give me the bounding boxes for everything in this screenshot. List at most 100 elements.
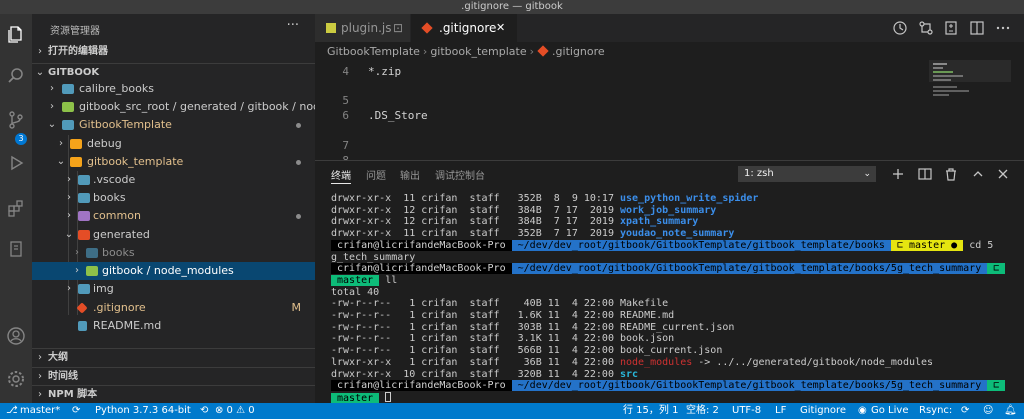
breadcrumb-item[interactable]: .gitignore [552,45,605,58]
python-interpreter[interactable]: Python 3.7.3 64-bit [95,403,191,419]
terminal-line: -rw-r--r-- 1 crifan staff 3.1K 11 4 22:0… [331,333,674,345]
extensions-icon[interactable] [0,194,32,222]
indentation-status[interactable]: 空格: 2 [686,403,719,419]
tree-item-debug[interactable]: › debug [32,135,315,153]
eol-status[interactable]: LF [775,403,786,419]
cursor-position[interactable]: 行 15，列 1 [623,403,678,419]
bottom-panel: 终端 问题 输出 调试控制台 1: zsh ⌄ drwxr-xr-x 11 cri… [315,160,1024,404]
code-line[interactable]: 4 *.zip [315,64,915,80]
files-icon[interactable] [0,20,32,48]
run-debug-icon[interactable] [0,149,32,177]
prompt-host: crifan@licrifandeMacBook-Pro [331,380,512,392]
npm-scripts-section[interactable]: › NPM 脚本 [32,385,315,403]
tree-item-gitbook-src-root[interactable]: › gitbook_src_root / generated / gitbook… [32,98,343,116]
tree-item-gitbook-template[interactable]: ⌄ gitbook_template [32,153,315,171]
encoding-status[interactable]: UTF-8 [732,403,761,419]
terminal-output[interactable]: drwxr-xr-x 11 crifan staff 352B 8 9 10:1… [331,193,1024,404]
maximize-panel-icon[interactable] [970,166,986,182]
sync-icon[interactable]: ⟳ [961,403,969,419]
account-icon[interactable] [0,322,32,350]
search-icon[interactable] [0,62,32,90]
timeline-section[interactable]: › 时间线 [32,367,315,385]
tree-item-generated-books[interactable]: › books [32,244,315,262]
compare-changes-icon[interactable] [918,20,934,36]
source-control-icon[interactable] [0,106,32,134]
minimap[interactable] [929,60,1011,160]
close-panel-icon[interactable] [995,166,1011,182]
open-changes-icon[interactable] [943,20,959,36]
rsync-status[interactable]: Rsync: [919,403,952,419]
modified-dot [296,123,301,128]
terminal-dir-name: use_python_write_spider [619,193,759,204]
code-line[interactable]: 5 [315,93,915,109]
code-line[interactable]: 6 .DS_Store [315,108,915,124]
tree-item-img[interactable]: › img [32,280,315,298]
chevron-right-icon: › [75,247,79,258]
pin-icon[interactable]: ⊡ [393,14,403,42]
chevron-right-icon: › [67,283,71,294]
tree-item-gitbooktemplate[interactable]: ⌄ GitbookTemplate [32,116,315,134]
notebook-icon[interactable] [0,235,32,263]
terminal-prompt: crifan@licrifandeMacBook-Pro ~/dev/dev_r… [331,263,1006,275]
terminal-line: total 40 [331,287,379,299]
chevron-right-icon: › [50,83,54,94]
close-icon[interactable]: ✕ [496,14,505,42]
prompt-branch: ⊏ master ● [890,239,964,251]
code-line[interactable]: 8 [315,153,915,160]
split-editor-icon[interactable] [969,20,985,36]
tree-item-vscode[interactable]: › .vscode [32,171,315,189]
prompt-command: cd 5 [963,239,994,251]
tab-output[interactable]: 输出 [400,167,420,182]
workspace-root-section[interactable]: ⌄ GITBOOK [32,63,315,81]
tab-debug-console[interactable]: 调试控制台 [435,167,485,182]
tree-item-label: README.md [93,319,162,332]
history-icon[interactable] [892,20,908,36]
tree-item-label: gitbook_template [87,155,184,168]
feedback-icon[interactable]: ☺ [983,403,993,419]
terminal-text: -rw-r--r-- 1 crifan staff 1.6K 11 4 22:0… [331,310,675,321]
more-actions-icon[interactable] [995,20,1011,36]
tree-item-label: .gitignore [93,301,146,314]
terminal-select[interactable]: 1: zsh ⌄ [738,166,876,182]
trash-icon[interactable] [943,166,959,182]
go-live-button[interactable]: Go Live [871,403,908,419]
breadcrumb-item[interactable]: gitbook_template [430,45,526,58]
notifications-bell-icon[interactable]: 🔔︎ [1004,403,1017,419]
folder-icon [78,193,90,203]
chevron-right-icon: › [59,138,63,149]
terminal-line: g_tech_summary [331,252,415,264]
folder-icon [62,84,74,94]
tree-item-common[interactable]: › common [32,207,315,225]
outline-section[interactable]: › 大纲 [32,348,315,366]
tab-plugin-js[interactable]: plugin.js ⊡ [315,14,410,42]
chevron-down-icon: ⌄ [47,119,57,130]
prompt-branch: ⊏ [987,380,1006,392]
problems-status[interactable]: ⊗ 0 ⚠ 0 [215,403,255,419]
tree-item-calibre-books[interactable]: › calibre_books [32,80,315,98]
tree-item-gitignore[interactable]: .gitignore M [32,299,315,317]
line-text: .DS_Store [368,109,428,122]
language-mode[interactable]: Gitignore [800,403,846,419]
chevron-right-icon: › [529,45,535,58]
folder-open-icon [70,157,82,167]
tab-problems[interactable]: 问题 [366,167,386,182]
tab-gitignore[interactable]: .gitignore ✕ [411,14,517,42]
breadcrumb-item[interactable]: GitbookTemplate [327,45,420,58]
split-terminal-icon[interactable] [917,166,933,182]
open-editors-section[interactable]: › 打开的编辑器 [32,43,315,61]
sync-changes-icon[interactable]: ⟲ [200,403,208,419]
code-line[interactable]: 7 [315,138,915,154]
new-terminal-icon[interactable] [890,166,906,182]
tree-item-node-modules[interactable]: › gitbook / node_modules [32,262,315,280]
active-tab-underline [331,183,351,184]
tab-terminal[interactable]: 终端 [331,167,351,182]
folder-node-icon [86,266,98,276]
more-actions-icon[interactable]: ··· [287,18,299,33]
git-branch-status[interactable]: master* [20,403,60,419]
git-file-icon [537,45,549,57]
settings-gear-icon[interactable] [0,365,32,393]
tree-item-generated[interactable]: ⌄ generated [32,226,315,244]
tree-item-readme[interactable]: README.md [32,317,315,335]
sync-icon[interactable]: ⟳ [72,403,80,419]
tree-item-books[interactable]: › books [32,189,315,207]
